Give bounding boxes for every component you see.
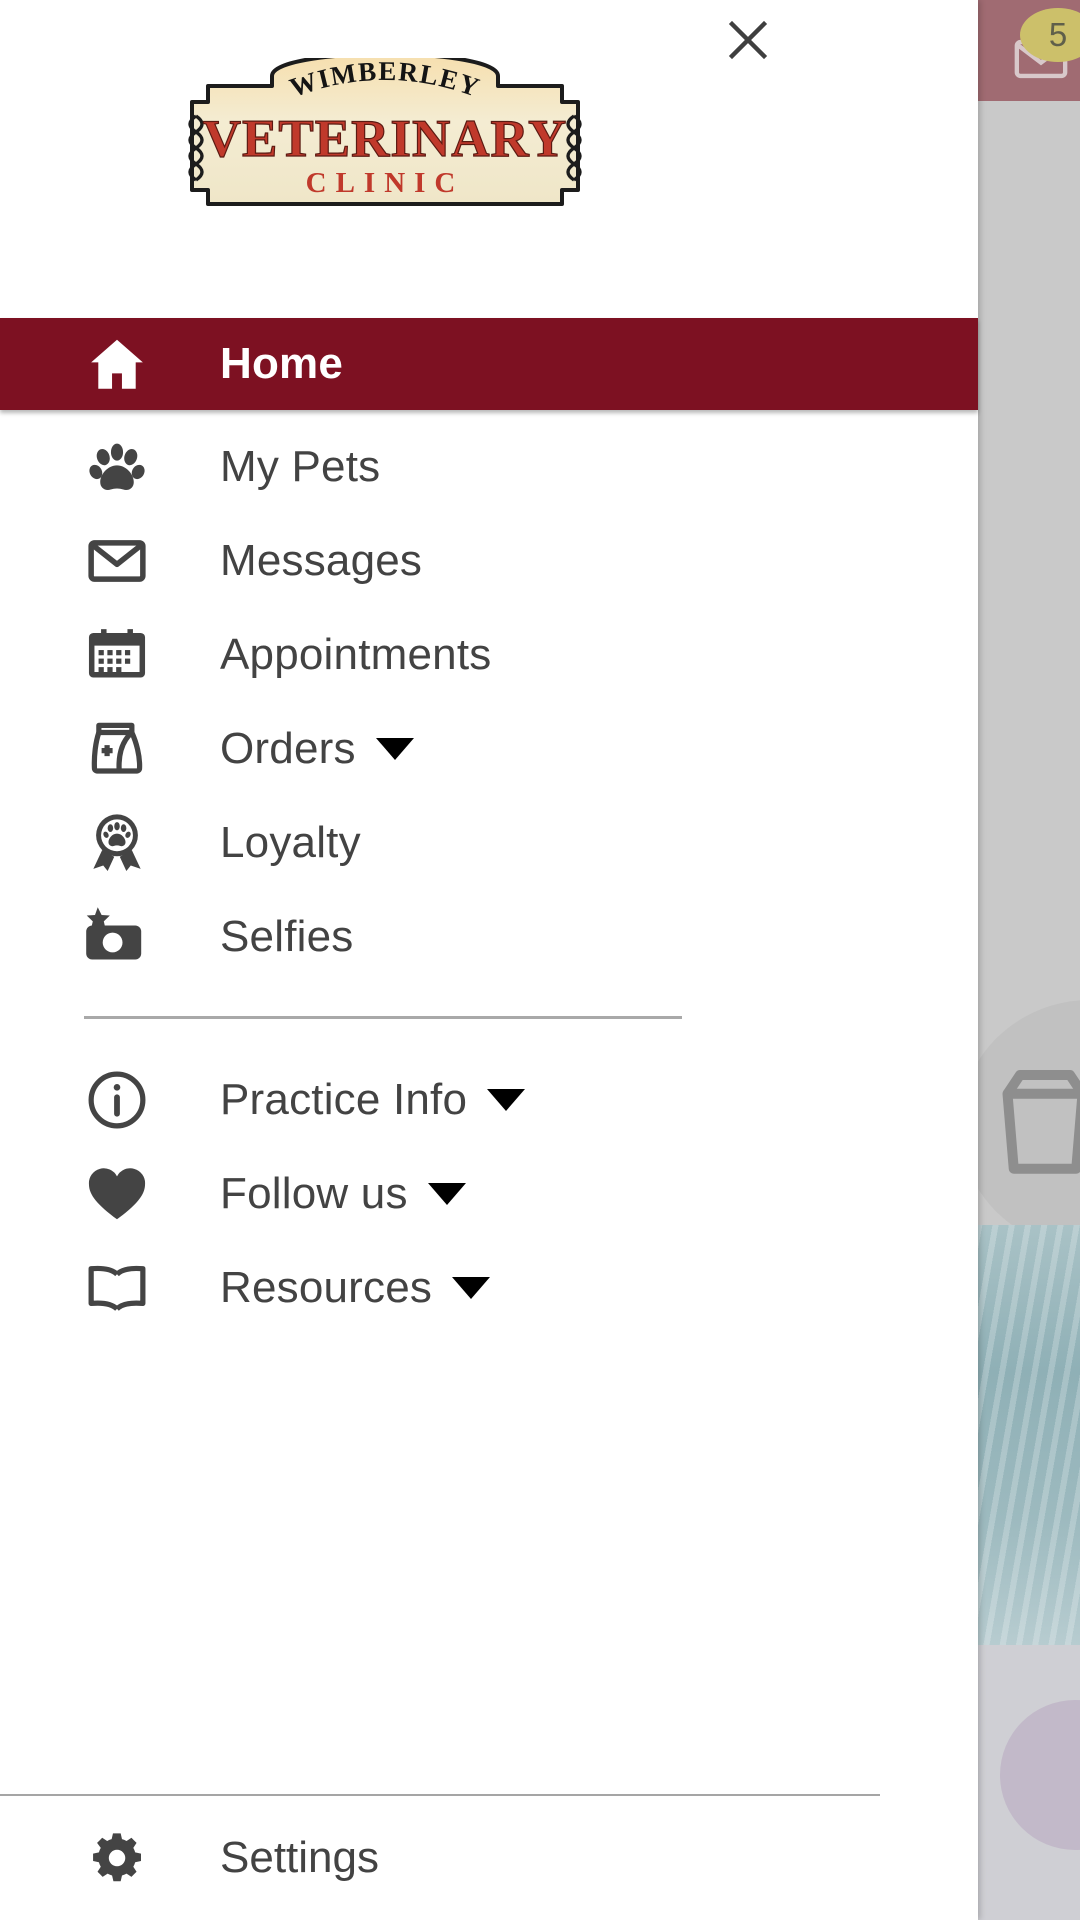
award-paw-icon — [84, 810, 150, 876]
watermark-bag-icon — [960, 1000, 1080, 1250]
background-photo — [960, 1225, 1080, 1645]
food-bag-icon — [84, 716, 150, 782]
nav-item-my-pets[interactable]: My Pets — [0, 420, 978, 514]
nav-label: Loyalty — [220, 818, 361, 867]
section-divider — [84, 1016, 682, 1019]
gear-icon — [84, 1825, 150, 1891]
book-icon — [84, 1255, 150, 1321]
nav-item-selfies[interactable]: Selfies — [0, 890, 978, 984]
nav-label: Orders — [220, 724, 356, 773]
chevron-down-icon[interactable] — [375, 738, 414, 760]
nav-item-follow-us[interactable]: Follow us — [0, 1147, 978, 1241]
info-circle-icon — [84, 1067, 150, 1133]
nav-item-orders[interactable]: Orders — [0, 702, 978, 796]
heart-icon — [84, 1161, 150, 1227]
envelope-icon — [84, 528, 150, 594]
navigation-drawer: WIMBERLEY VETERINARY CLINIC Home My Pets… — [0, 0, 978, 1920]
nav-item-loyalty[interactable]: Loyalty — [0, 796, 978, 890]
nav-label: Selfies — [220, 912, 354, 961]
calendar-icon — [84, 622, 150, 688]
paw-icon — [84, 434, 150, 500]
clinic-logo: WIMBERLEY VETERINARY CLINIC — [176, 58, 594, 210]
nav-label: Resources — [220, 1263, 433, 1312]
nav-item-appointments[interactable]: Appointments — [0, 608, 978, 702]
nav-label: Follow us — [220, 1169, 408, 1218]
home-icon — [84, 331, 150, 397]
nav-label: Practice Info — [220, 1075, 468, 1124]
chevron-down-icon[interactable] — [487, 1089, 526, 1111]
svg-text:VETERINARY: VETERINARY — [203, 110, 567, 168]
nav-label: Messages — [220, 536, 423, 585]
close-icon[interactable] — [716, 8, 780, 72]
nav-item-resources[interactable]: Resources — [0, 1241, 978, 1335]
drawer-nav: Home My Pets Messages Appointments Order… — [0, 318, 978, 1794]
svg-text:CLINIC: CLINIC — [306, 167, 465, 199]
nav-item-practice-info[interactable]: Practice Info — [0, 1053, 978, 1147]
nav-item-home[interactable]: Home — [0, 318, 978, 410]
nav-item-messages[interactable]: Messages — [0, 514, 978, 608]
nav-label: Appointments — [220, 630, 492, 679]
drawer-header: WIMBERLEY VETERINARY CLINIC — [0, 0, 978, 318]
chevron-down-icon[interactable] — [427, 1183, 466, 1205]
nav-label: Settings — [220, 1833, 379, 1882]
app-screen: 5 WIMBERLEY VETERINARY CLINIC Home My Pe… — [0, 0, 1080, 1920]
nav-label: Home — [220, 339, 344, 388]
nav-item-settings[interactable]: Settings — [0, 1796, 978, 1920]
camera-icon — [84, 904, 150, 970]
nav-label: My Pets — [220, 442, 381, 491]
chevron-down-icon[interactable] — [452, 1277, 491, 1299]
